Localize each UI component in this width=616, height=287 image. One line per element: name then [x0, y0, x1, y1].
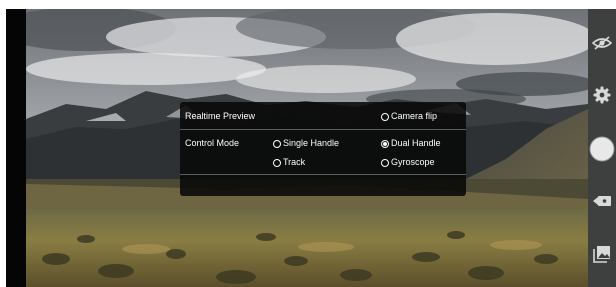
camera-flip-option[interactable]: Camera flip	[381, 111, 437, 122]
eye-off-icon	[592, 36, 612, 50]
right-toolbar	[588, 9, 616, 287]
single-handle-option[interactable]: Single Handle	[273, 138, 339, 149]
control-mode-label: Control Mode	[185, 138, 240, 148]
dual-handle-radio[interactable]	[381, 139, 389, 148]
preview-toggle-button[interactable]	[588, 30, 616, 56]
gallery-button[interactable]	[588, 241, 616, 267]
shutter-icon	[589, 136, 615, 162]
gallery-icon	[593, 246, 610, 263]
video-camera-icon	[593, 196, 611, 206]
settings-button[interactable]	[588, 82, 616, 108]
settings-popup: Realtime Preview Camera flip Control Mod…	[180, 102, 466, 196]
single-handle-label: Single Handle	[283, 138, 340, 148]
camera-flip-radio[interactable]	[381, 112, 389, 121]
gear-icon	[593, 86, 611, 104]
track-radio[interactable]	[273, 158, 281, 167]
app-screen: Realtime Preview Camera flip Control Mod…	[0, 0, 616, 287]
track-option[interactable]: Track	[273, 157, 305, 168]
single-handle-radio[interactable]	[273, 139, 281, 148]
popup-divider-bottom	[180, 174, 466, 175]
popup-divider-top	[180, 129, 466, 130]
gyroscope-label: Gyroscope	[391, 157, 435, 167]
realtime-preview-label: Realtime Preview	[185, 111, 256, 121]
gyroscope-option[interactable]: Gyroscope	[381, 157, 435, 168]
dual-handle-option[interactable]: Dual Handle	[381, 138, 441, 149]
shutter-button[interactable]	[588, 133, 616, 165]
video-mode-button[interactable]	[588, 188, 616, 214]
gyroscope-radio[interactable]	[381, 158, 389, 167]
dual-handle-label: Dual Handle	[391, 138, 441, 148]
camera-flip-label: Camera flip	[391, 111, 438, 121]
track-label: Track	[283, 157, 306, 167]
left-edge-bar	[6, 9, 26, 287]
